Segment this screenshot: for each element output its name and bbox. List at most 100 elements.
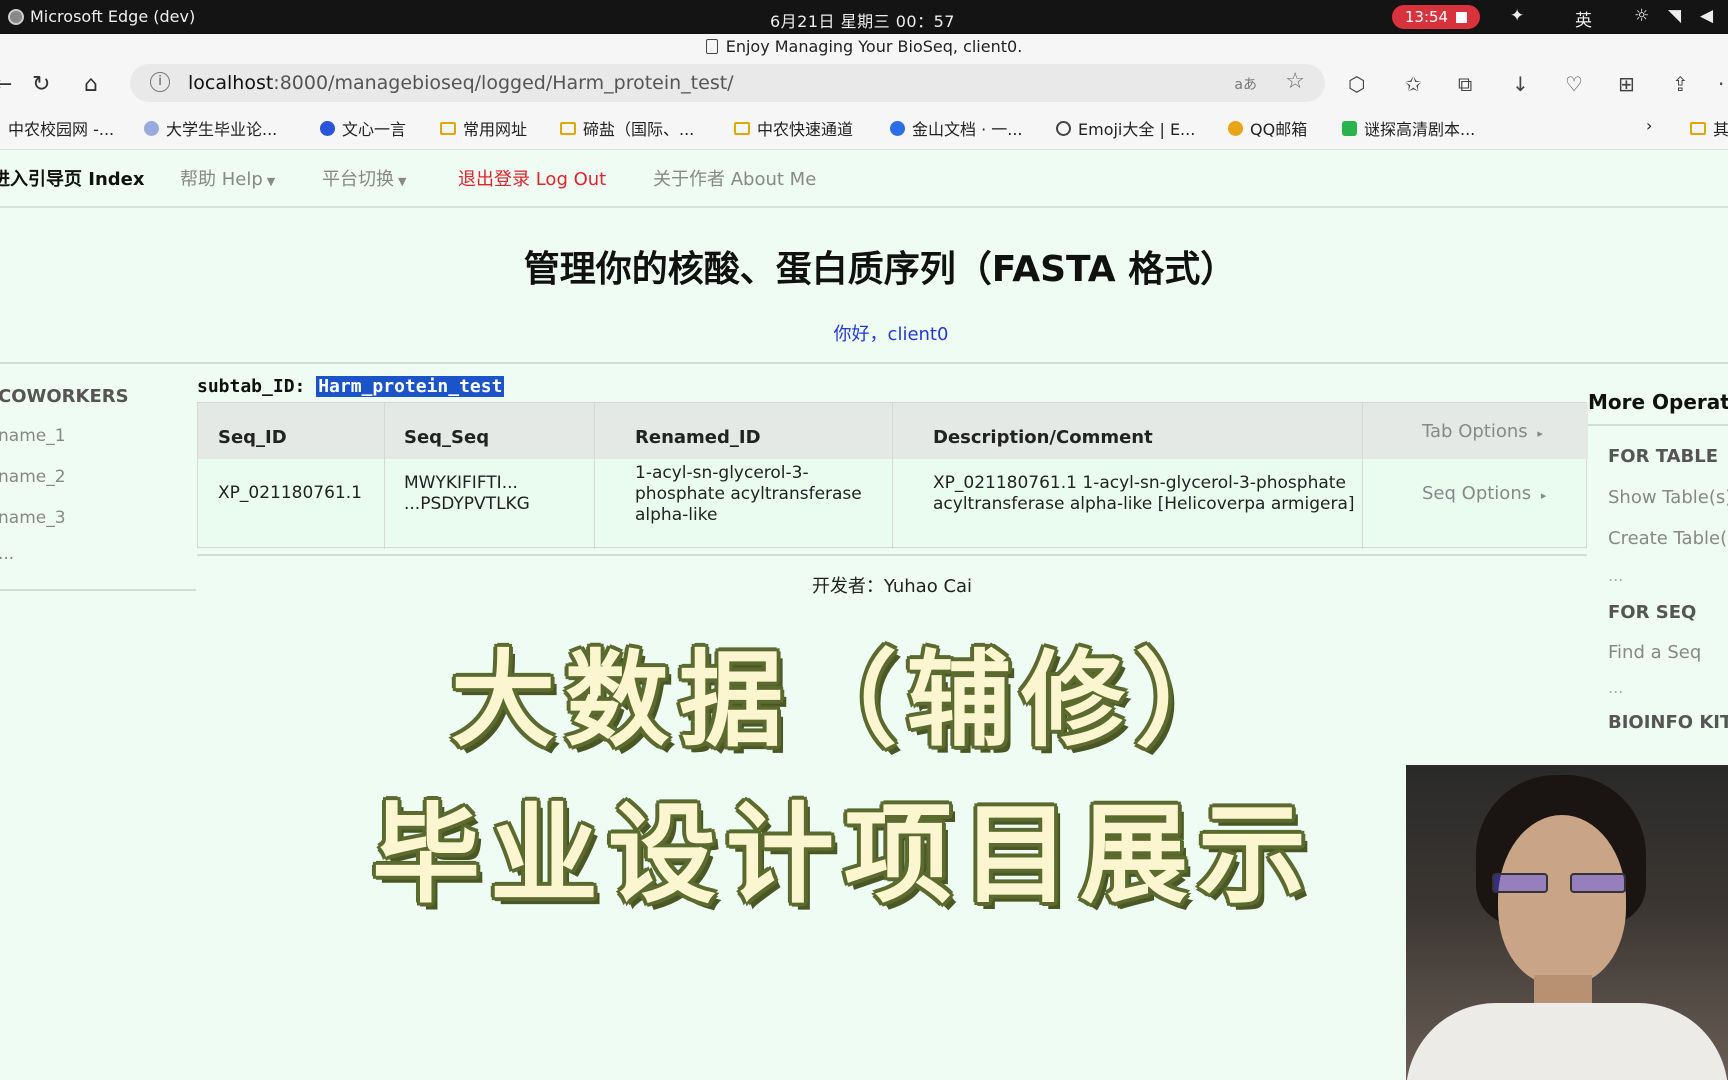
- cell-description: XP_021180761.1 1-acyl-sn-glycerol-3-phos…: [933, 473, 1355, 514]
- subtab-label: subtab_ID:: [197, 376, 306, 397]
- bookmark-favicon: [890, 120, 905, 136]
- url-text[interactable]: localhost:8000/managebioseq/logged/Harm_…: [188, 72, 734, 94]
- header-seq-seq: Seq_Seq: [404, 427, 490, 448]
- address-bar[interactable]: i localhost:8000/managebioseq/logged/Har…: [130, 64, 1325, 102]
- divider: [197, 554, 1587, 556]
- bookmark-item[interactable]: 大学生毕业论...: [144, 116, 277, 140]
- os-top-bar: Microsoft Edge (dev) 6月21日 星期三 00：57 13:…: [0, 0, 1728, 34]
- edge-logo-icon: [8, 8, 24, 25]
- bookmarks-bar: 中农校园网 -... 大学生毕业论... 文心一言 常用网址 碲盐（国际、...…: [0, 108, 1728, 144]
- coworkers-sidebar: COWORKERS name_1 name_2 name_3 ...: [0, 376, 196, 591]
- more-operations-title: More Operations: [1588, 390, 1728, 414]
- divider: [0, 362, 1728, 364]
- os-clock[interactable]: 6月21日 星期三 00：57: [770, 8, 955, 32]
- nav-help[interactable]: 帮助 Help ▼: [180, 165, 275, 191]
- subtab-value[interactable]: Harm_protein_test: [316, 376, 505, 397]
- wifi-icon[interactable]: ◥: [1668, 6, 1681, 26]
- subtab-id: subtab_ID: Harm_protein_test: [197, 376, 505, 397]
- cell-seq-id: XP_021180761.1: [218, 483, 362, 503]
- bookmark-item[interactable]: 碲盐（国际、...: [560, 116, 694, 140]
- sequence-table: Seq_ID Seq_Seq Renamed_ID Description/Co…: [197, 402, 1588, 549]
- favorites-icon[interactable]: ✩: [1405, 72, 1422, 96]
- accessibility-icon[interactable]: ✦: [1510, 6, 1524, 26]
- sidebar-item[interactable]: name_1: [0, 426, 66, 446]
- os-app-name: Microsoft Edge (dev): [30, 7, 196, 26]
- show-tables-link[interactable]: Show Table(s): [1608, 487, 1728, 508]
- document-icon: [705, 39, 718, 54]
- extensions-icon[interactable]: ⬡: [1348, 72, 1365, 96]
- nav-index[interactable]: 进入引导页 Index: [0, 165, 144, 191]
- bookmark-item[interactable]: 谜探高清剧本...: [1342, 116, 1475, 140]
- nav-about[interactable]: 关于作者 About Me: [653, 165, 816, 191]
- caret-down-icon: ▼: [266, 175, 276, 188]
- emoji-smile-icon: [1056, 120, 1071, 136]
- nav-logout[interactable]: 退出登录 Log Out: [458, 165, 606, 191]
- download-icon[interactable]: ↓: [1512, 72, 1529, 96]
- create-tables-link[interactable]: Create Table(s): [1608, 528, 1728, 549]
- read-aloud-icon[interactable]: aあ: [1234, 74, 1257, 94]
- home-icon[interactable]: ⌂: [84, 72, 98, 97]
- header-description: Description/Comment: [933, 427, 1153, 448]
- share-icon[interactable]: ⇪: [1672, 72, 1689, 96]
- folder-icon: [1690, 121, 1706, 135]
- bookmark-favicon: [144, 120, 159, 136]
- bookmark-item[interactable]: 金山文档 · 一...: [890, 116, 1023, 140]
- cell-renamed-id: 1-acyl-sn-glycerol-3- phosphate acyltran…: [635, 463, 862, 525]
- favorite-star-icon[interactable]: ☆: [1285, 69, 1305, 94]
- bookmarks-overflow-chevron-icon[interactable]: ›: [1646, 116, 1652, 135]
- header-renamed-id: Renamed_ID: [635, 427, 761, 448]
- folder-icon: [560, 121, 576, 135]
- sidebar-item[interactable]: ...: [0, 544, 14, 564]
- bookmark-item[interactable]: 常用网址: [440, 116, 527, 140]
- performance-icon[interactable]: ♡: [1565, 72, 1583, 96]
- divider: [1588, 424, 1728, 426]
- bookmark-favicon: [1342, 120, 1357, 136]
- bookmark-item[interactable]: 中农校园网 -...: [8, 116, 114, 140]
- more-icon[interactable]: ·: [1718, 72, 1724, 96]
- sidebar-item[interactable]: name_2: [0, 467, 66, 487]
- webcam-overlay: [1406, 765, 1728, 1080]
- brightness-icon[interactable]: ☼: [1634, 6, 1649, 26]
- page-title: 管理你的核酸、蛋白质序列（FASTA 格式）: [523, 249, 1237, 290]
- bookmark-item[interactable]: 其: [1690, 116, 1728, 140]
- sidebar-heading: COWORKERS: [0, 386, 129, 407]
- apps-icon[interactable]: ⊞: [1618, 72, 1635, 96]
- input-method-indicator[interactable]: 英: [1575, 6, 1592, 31]
- table-column: [198, 403, 385, 549]
- tab-options-button[interactable]: Tab Options ▸: [1422, 421, 1543, 442]
- bookmark-item[interactable]: 文心一言: [320, 116, 406, 140]
- folder-icon: [440, 121, 456, 135]
- greeting-text: 你好，client0: [833, 324, 949, 345]
- footer-developer: 开发者：Yuhao Cai: [811, 576, 973, 597]
- header-seq-id: Seq_ID: [218, 427, 287, 448]
- bookmark-item[interactable]: Emoji大全 | E...: [1056, 116, 1195, 140]
- caret-down-icon: ▼: [398, 175, 407, 188]
- browser-title-row: Enjoy Managing Your BioSeq, client0.: [0, 34, 1728, 60]
- top-nav: 进入引导页 Index 帮助 Help ▼ 平台切换 ▼ 退出登录 Log Out …: [0, 150, 1728, 208]
- site-info-icon[interactable]: i: [150, 72, 170, 92]
- browser-chrome: Enjoy Managing Your BioSeq, client0. ← ↻…: [0, 34, 1728, 150]
- webcam-person-face: [1498, 815, 1626, 985]
- sidebar-item[interactable]: name_3: [0, 508, 66, 528]
- bookmark-item[interactable]: QQ邮箱: [1228, 116, 1307, 140]
- record-indicator[interactable]: 13:54: [1392, 5, 1480, 29]
- volume-icon[interactable]: ◀: [1700, 6, 1713, 26]
- nav-platform-switch[interactable]: 平台切换 ▼: [322, 165, 406, 191]
- folder-icon: [734, 121, 750, 135]
- webcam-person-glasses: [1492, 873, 1632, 895]
- caret-right-icon: ▸: [1537, 427, 1543, 440]
- bookmark-favicon: [1228, 120, 1243, 136]
- back-icon[interactable]: ←: [0, 72, 12, 97]
- seq-options-button[interactable]: Seq Options ▸: [1422, 483, 1546, 504]
- cell-seq-seq: MWYKIFIFTI... ...PSDYPVTLKG: [404, 473, 530, 514]
- overlay-title-line1: 大数据（辅修）: [450, 639, 1249, 761]
- os-app-menu[interactable]: Microsoft Edge (dev): [8, 7, 195, 26]
- webcam-person-shirt: [1406, 1003, 1728, 1080]
- url-path: :8000/managebioseq/logged/Harm_protein_t…: [273, 72, 734, 94]
- caret-right-icon: ▸: [1540, 489, 1547, 502]
- bookmark-item[interactable]: 中农快速通道: [734, 116, 853, 140]
- url-host: localhost: [188, 72, 274, 94]
- refresh-icon[interactable]: ↻: [32, 72, 50, 97]
- collections-icon[interactable]: ⧉: [1458, 72, 1472, 96]
- bookmark-favicon: [320, 120, 335, 136]
